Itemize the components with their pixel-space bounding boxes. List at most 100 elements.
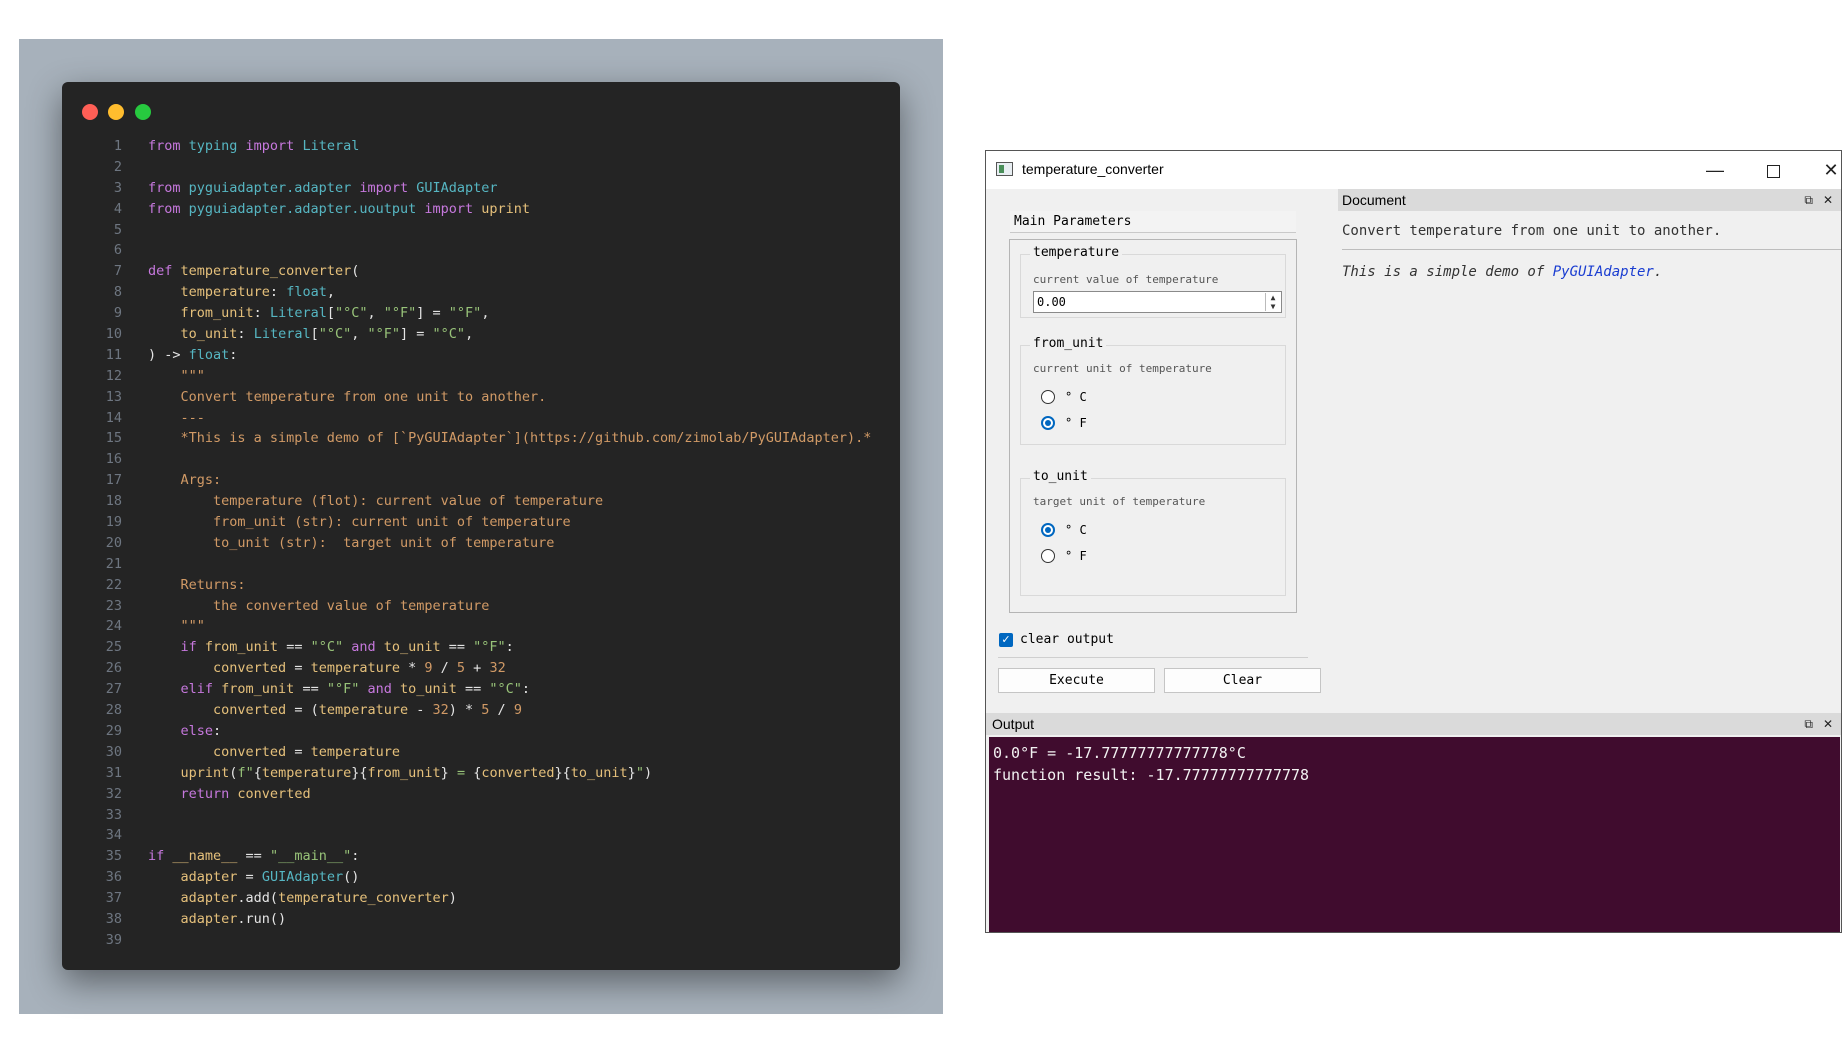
- code-token: -: [408, 702, 433, 719]
- maximize-dot-icon: [135, 104, 151, 120]
- code-token: "°F": [383, 305, 417, 322]
- code-line: 16: [82, 449, 890, 470]
- pyguiadapter-link[interactable]: PyGUIAdapter: [1553, 264, 1654, 280]
- code-token: f": [237, 764, 254, 781]
- radio-icon[interactable]: [1041, 389, 1055, 404]
- from-unit-option-c[interactable]: ° C: [1041, 389, 1087, 407]
- radio-icon[interactable]: [1041, 415, 1055, 430]
- line-number: 14: [105, 409, 122, 426]
- to-unit-option-label: ° F: [1065, 548, 1087, 563]
- code-line: 33: [82, 805, 890, 826]
- code-token: ): [643, 764, 653, 781]
- code-token: ==: [456, 681, 490, 698]
- document-note: This is a simple demo of PyGUIAdapter.: [1342, 264, 1662, 280]
- code-line: 25 if from_unit == "°C" and to_unit == "…: [82, 637, 890, 658]
- code-token: """: [148, 367, 205, 384]
- code-token: ,: [465, 326, 474, 343]
- code-token: converted: [481, 764, 555, 781]
- code-token: :: [253, 305, 270, 322]
- code-token: *: [399, 660, 425, 677]
- code-token: from: [148, 179, 189, 196]
- code-token: Literal: [253, 326, 311, 343]
- code-token: to_unit: [383, 639, 441, 656]
- code-token: and: [351, 639, 384, 656]
- execute-button[interactable]: Execute: [998, 668, 1155, 693]
- from-unit-group: from_unit current unit of temperature ° …: [1020, 336, 1286, 445]
- line-number: 7: [113, 263, 122, 280]
- code-token: }{: [351, 764, 368, 781]
- code-token: {: [253, 764, 262, 781]
- code-token: import: [245, 138, 303, 154]
- code-token: GUIAdapter: [261, 869, 344, 886]
- line-number: 18: [105, 493, 122, 510]
- maximize-button[interactable]: [1748, 155, 1798, 185]
- code-token: ): [448, 890, 457, 907]
- close-dock-icon[interactable]: ✕: [1823, 189, 1833, 211]
- close-dock-icon[interactable]: ✕: [1823, 713, 1833, 735]
- minimize-button[interactable]: —: [1690, 155, 1740, 185]
- code-token: to_unit: [570, 764, 628, 781]
- document-dock-header: Document ⧉ ✕: [1338, 189, 1841, 211]
- code-token: 32: [489, 660, 506, 677]
- code-token: :: [229, 346, 238, 363]
- code-line: 3 from pyguiadapter.adapter import GUIAda…: [82, 178, 890, 199]
- code-token: =: [286, 743, 311, 760]
- temperature-input[interactable]: 0.00 ▲ ▼: [1033, 291, 1282, 313]
- code-token: if: [180, 639, 205, 656]
- code-token: ==: [440, 639, 474, 656]
- code-line: 18 temperature (flot): current value of …: [82, 491, 890, 512]
- clear-button[interactable]: Clear: [1164, 668, 1321, 693]
- code-token: :: [237, 326, 254, 343]
- code-token: from: [148, 138, 189, 154]
- code-token: converted: [213, 743, 287, 760]
- output-console[interactable]: 0.0°F = -17.77777777777778°C function re…: [989, 737, 1840, 932]
- code-token: pyguiadapter.adapter.uoutput: [188, 200, 425, 217]
- line-number: 19: [105, 514, 122, 531]
- radio-icon[interactable]: [1041, 522, 1055, 537]
- window-title: temperature_converter: [1022, 161, 1164, 177]
- code-token: Args:: [148, 472, 222, 489]
- output-line: function result: -17.77777777777778: [993, 766, 1310, 784]
- code-token: GUIAdapter: [416, 179, 498, 196]
- to-unit-option-f[interactable]: ° F: [1041, 548, 1087, 566]
- line-number: 37: [105, 890, 122, 907]
- code-token: and: [367, 681, 400, 698]
- code-token: 9: [513, 702, 522, 719]
- code-line: 28 converted = (temperature - 32) * 5 / …: [82, 700, 890, 721]
- tab-main-parameters[interactable]: Main Parameters: [1010, 211, 1296, 233]
- from-unit-description: current unit of temperature: [1033, 362, 1212, 375]
- float-dock-icon[interactable]: ⧉: [1804, 713, 1813, 735]
- code-line: 11) -> float:: [82, 345, 890, 366]
- code-token: ) *: [448, 702, 482, 719]
- document-description: Convert temperature from one unit to ano…: [1342, 223, 1722, 239]
- spin-arrows-icon[interactable]: ▲ ▼: [1265, 293, 1280, 311]
- code-token: uprint: [481, 200, 531, 217]
- to-unit-option-c[interactable]: ° C: [1041, 522, 1087, 540]
- app-icon: [996, 162, 1013, 176]
- code-line: 14 ---: [82, 408, 890, 429]
- document-note-suffix: .: [1653, 264, 1663, 280]
- float-dock-icon[interactable]: ⧉: [1804, 189, 1813, 211]
- minimize-dot-icon: [108, 104, 124, 120]
- code-token: 32: [432, 702, 449, 719]
- code-token: }: [627, 764, 636, 781]
- radio-icon[interactable]: [1041, 548, 1055, 563]
- code-token: from_unit: [367, 764, 441, 781]
- line-number: 16: [105, 451, 122, 468]
- code-token: temperature_converter: [180, 263, 352, 280]
- code-token: import: [424, 200, 482, 217]
- code-token: float: [188, 346, 230, 363]
- from-unit-option-f[interactable]: ° F: [1041, 415, 1087, 433]
- code-token: "°F": [448, 305, 482, 322]
- close-button[interactable]: ✕: [1806, 155, 1842, 185]
- code-token: pyguiadapter.adapter: [188, 179, 360, 196]
- code-token: temperature: [261, 764, 352, 781]
- document-dock-title: Document: [1342, 192, 1406, 208]
- close-dot-icon: [82, 104, 98, 120]
- code-token: :: [505, 639, 514, 656]
- code-token: Convert temperature from one unit to ano…: [148, 388, 547, 405]
- clear-output-checkbox[interactable]: ✓: [999, 633, 1013, 647]
